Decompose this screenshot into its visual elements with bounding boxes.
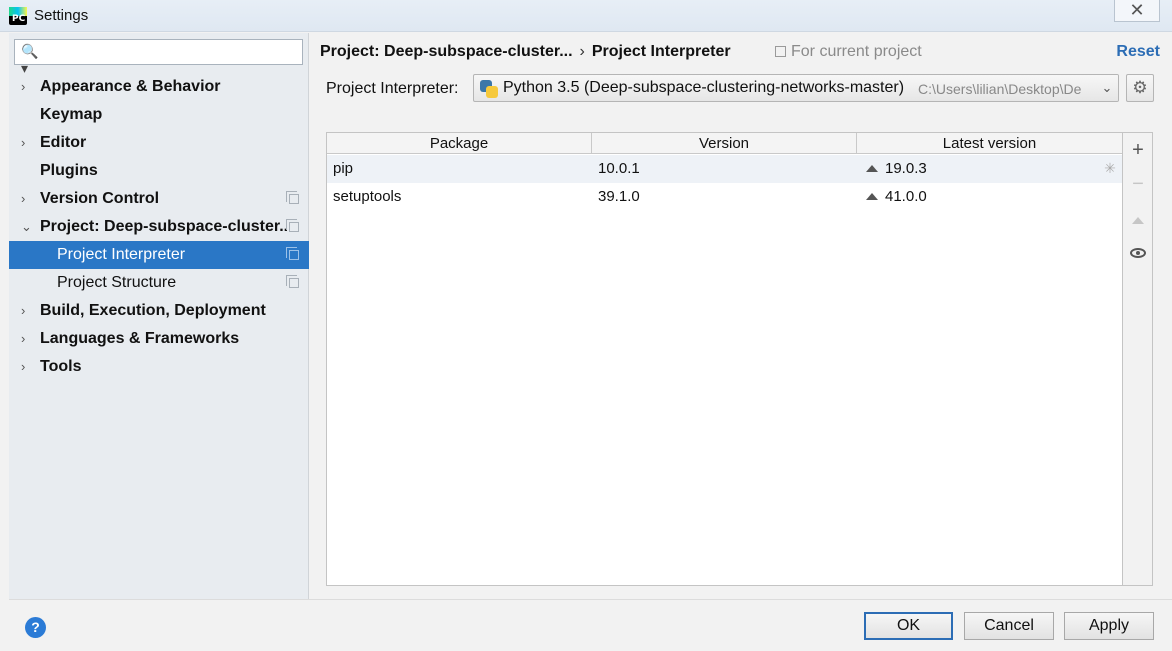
sidebar-item[interactable]: Project Interpreter — [9, 241, 309, 269]
sidebar-item-label: Keymap — [40, 106, 103, 123]
sidebar-item-label: Editor — [40, 134, 87, 151]
packages-table: Package Version Latest version pip 10.0.1… — [326, 132, 1123, 586]
add-package-button[interactable]: + — [1123, 135, 1153, 165]
sidebar-item-label: Build, Execution, Deployment — [40, 302, 266, 319]
sidebar-item-label: Project Structure — [57, 274, 177, 291]
sidebar-item-label: Tools — [40, 358, 82, 375]
package-toolbar: + − — [1123, 132, 1153, 586]
sidebar-item[interactable]: › Build, Execution, Deployment — [9, 297, 309, 325]
project-scope-icon — [286, 275, 299, 288]
sidebar-item[interactable]: Project Structure — [9, 269, 309, 297]
settings-sidebar: 🔍▾ › Appearance & Behavior Keymap › Editor Pl… — [9, 33, 309, 599]
package-cell-text: setuptools — [333, 188, 402, 205]
breadcrumb-separator: › — [579, 43, 585, 60]
loading-spinner-icon: ✳ — [1104, 160, 1116, 176]
sidebar-item-label: Appearance & Behavior — [40, 78, 221, 95]
project-interpreter-panel: Project: Deep-subspace-cluster... › Projec… — [310, 33, 1172, 599]
sidebar-item[interactable]: › Languages & Frameworks — [9, 325, 309, 353]
dialog-footer: ? OK Cancel Apply — [9, 599, 1172, 651]
package-cell-text: pip — [333, 160, 354, 177]
interpreter-label: Project Interpreter: — [326, 80, 459, 97]
sidebar-item[interactable]: ⌄ Project: Deep-subspace-cluster.. — [9, 213, 309, 241]
column-header-latest-version[interactable]: Latest version — [857, 133, 1122, 154]
column-header-version[interactable]: Version — [592, 133, 857, 154]
chevron-right-icon[interactable]: › — [21, 185, 33, 213]
upgrade-icon — [1132, 217, 1144, 224]
for-current-project-label: For current project — [791, 43, 922, 60]
package-cell: pip — [333, 155, 353, 183]
version-cell-text: 10.0.1 — [598, 160, 640, 177]
project-scope-icon — [286, 191, 299, 204]
project-scope-icon — [286, 247, 299, 260]
sidebar-item-label: Languages & Frameworks — [40, 330, 240, 347]
package-cell: setuptools — [333, 183, 401, 211]
window-title: Settings — [34, 7, 89, 24]
for-current-project: For current project — [775, 43, 922, 61]
search-input[interactable] — [45, 42, 295, 62]
sidebar-item[interactable]: Keymap — [9, 101, 309, 129]
breadcrumb-project: Project: Deep-subspace-cluster... — [320, 43, 573, 60]
column-header-package[interactable]: Package — [327, 133, 592, 154]
version-cell-text: 39.1.0 — [598, 188, 640, 205]
apply-button[interactable]: Apply — [1064, 612, 1154, 640]
chevron-down-icon[interactable]: ⌄ — [1096, 75, 1118, 101]
cancel-button[interactable]: Cancel — [964, 612, 1054, 640]
eye-icon — [1130, 248, 1146, 258]
help-button[interactable]: ? — [25, 617, 46, 638]
python-icon — [480, 80, 498, 98]
show-early-releases-button[interactable] — [1123, 237, 1153, 267]
chevron-right-icon[interactable]: › — [21, 129, 33, 157]
sidebar-item-label: Version Control — [40, 190, 160, 207]
sidebar-item[interactable]: › Editor — [9, 129, 309, 157]
version-cell: 10.0.1 — [598, 155, 640, 183]
table-row[interactable]: pip 10.0.1 19.0.3 ✳ — [327, 155, 1122, 183]
sidebar-item-label: Project: Deep-subspace-cluster.. — [40, 218, 289, 235]
close-button[interactable]: ✕ — [1114, 0, 1160, 22]
settings-tree: › Appearance & Behavior Keymap › Editor Plugi… — [9, 73, 309, 381]
sidebar-item[interactable]: › Version Control — [9, 185, 309, 213]
latest-version-cell-text: 41.0.0 — [885, 188, 927, 205]
version-cell: 39.1.0 — [598, 183, 640, 211]
sidebar-item[interactable]: › Appearance & Behavior — [9, 73, 309, 101]
breadcrumb: Project: Deep-subspace-cluster... › Projec… — [320, 43, 731, 61]
upgrade-available-icon — [866, 165, 878, 172]
sidebar-item[interactable]: Plugins — [9, 157, 309, 185]
upgrade-package-button[interactable] — [1123, 203, 1153, 233]
interpreter-path: C:\Users\lilian\Desktop\De — [918, 81, 1082, 97]
chevron-right-icon[interactable]: › — [21, 297, 33, 325]
sidebar-item-label: Project Interpreter — [57, 246, 186, 263]
ok-button[interactable]: OK — [864, 612, 953, 640]
pycharm-logo-icon: PC — [9, 7, 27, 25]
interpreter-dropdown[interactable]: Python 3.5 (Deep-subspace-clustering-net… — [473, 74, 1119, 102]
table-header: Package Version Latest version — [327, 133, 1122, 154]
copy-icon — [775, 46, 786, 57]
reset-link[interactable]: Reset — [1116, 43, 1160, 61]
settings-search[interactable]: 🔍▾ — [14, 39, 303, 76]
latest-version-cell: 19.0.3 — [866, 155, 927, 183]
interpreter-name: Python 3.5 (Deep-subspace-clustering-net… — [503, 79, 905, 96]
interpreter-settings-gear-icon[interactable]: ⚙ — [1126, 74, 1154, 102]
upgrade-available-icon — [866, 193, 878, 200]
breadcrumb-page: Project Interpreter — [591, 43, 731, 60]
latest-version-cell-text: 19.0.3 — [885, 160, 927, 177]
search-icon[interactable]: 🔍▾ — [21, 43, 41, 76]
chevron-down-icon[interactable]: ⌄ — [21, 213, 33, 241]
table-row[interactable]: setuptools 39.1.0 41.0.0 — [327, 183, 1122, 211]
chevron-right-icon[interactable]: › — [21, 325, 33, 353]
sidebar-item-label: Plugins — [40, 162, 98, 179]
settings-window: PC Settings ✕ 🔍▾ › Appearance & Behavior K… — [0, 0, 1172, 651]
sidebar-item[interactable]: › Tools — [9, 353, 309, 381]
chevron-right-icon[interactable]: › — [21, 73, 33, 101]
latest-version-cell: 41.0.0 — [866, 183, 927, 211]
chevron-right-icon[interactable]: › — [21, 353, 33, 381]
title-bar: PC Settings ✕ — [0, 0, 1172, 32]
remove-package-button[interactable]: − — [1123, 169, 1153, 199]
project-scope-icon — [286, 219, 299, 232]
